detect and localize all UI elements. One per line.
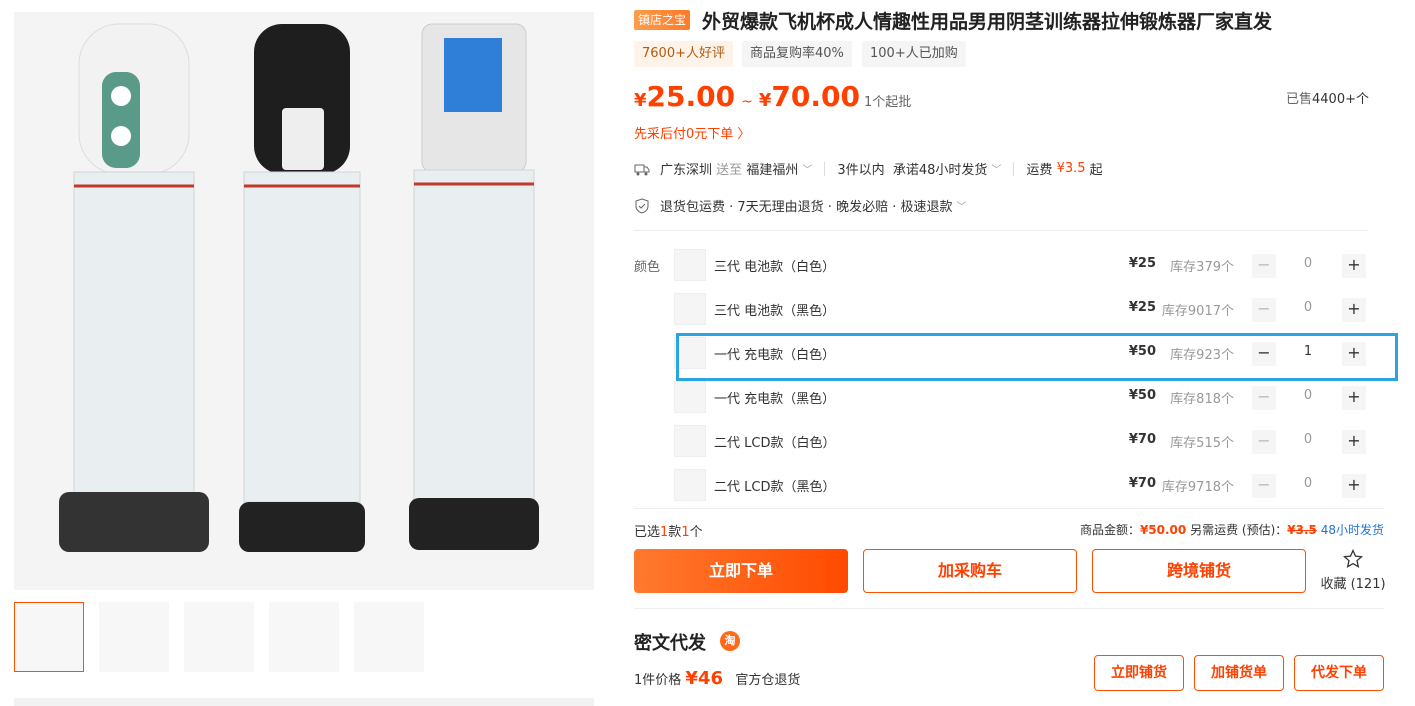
divider — [634, 608, 1384, 609]
cross-border-button[interactable]: 跨境铺货 — [1092, 549, 1306, 593]
sku-name: 一代 充电款（黑色） — [714, 392, 836, 407]
pay-later-link[interactable]: 先采后付0元下单 〉 — [634, 123, 750, 142]
amount-summary: 商品金额：¥50.00 另需运费 (预估)：¥3.5 48小时发货 — [1079, 523, 1384, 537]
quantity-input[interactable]: 0 — [1290, 300, 1326, 315]
sold-count: 已售4400+个 — [1286, 92, 1369, 107]
tag-reviews[interactable]: 7600+人好评 — [634, 41, 733, 67]
selected-sku-highlight — [676, 333, 1398, 381]
sku-price: ¥25 — [1128, 256, 1156, 271]
thumbnail[interactable] — [269, 602, 339, 672]
dropship-title: 密文代发 — [634, 633, 706, 654]
single-price: 1件价格 ¥46 官方仓退货 — [634, 668, 801, 689]
divider — [634, 508, 1384, 509]
sku-name: 三代 电池款（白色） — [714, 260, 836, 275]
sku-thumbnail — [674, 425, 706, 457]
increase-button[interactable]: + — [1342, 254, 1366, 278]
selected-summary: 已选1款1个 — [634, 525, 703, 540]
ship-time: 48小时发货 — [1320, 523, 1384, 537]
sku-thumbnail — [674, 381, 706, 413]
sku-label: 颜色 — [634, 260, 661, 275]
quantity-input[interactable]: 0 — [1290, 388, 1326, 403]
thumbnail[interactable] — [99, 602, 169, 672]
thumbnail[interactable] — [184, 602, 254, 672]
estimated-shipping: ¥3.5 — [1287, 523, 1317, 537]
chevron-down-icon[interactable]: ﹀ — [991, 161, 1001, 176]
increase-button[interactable]: + — [1342, 298, 1366, 322]
tag-added-cart: 100+人已加购 — [862, 41, 966, 67]
price-low: 25.00 — [646, 80, 736, 113]
sku-stock: 库存818个 — [1170, 392, 1234, 407]
sku-thumbnail — [674, 249, 706, 281]
sku-stock: 库存9718个 — [1161, 480, 1234, 495]
quantity-input[interactable]: 0 — [1290, 476, 1326, 491]
sku-stock: 库存379个 — [1170, 260, 1234, 275]
sku-row: 三代 电池款（黑色） ¥25 库存9017个 − 0 + — [674, 290, 1384, 330]
price-high: 70.00 — [771, 80, 860, 113]
gallery-footer — [14, 698, 594, 706]
sku-row: 二代 LCD款（白色） ¥70 库存515个 − 0 + — [674, 422, 1384, 462]
shipping-row: 广东深圳 送至 福建福州 ﹀ 3件以内 承诺48小时发货 ﹀ 运费 ¥3.5 起 — [634, 159, 1103, 178]
chevron-down-icon[interactable]: ﹀ — [802, 161, 812, 176]
decrease-button[interactable]: − — [1252, 386, 1276, 410]
product-title: 外贸爆款飞机杯成人情趣性用品男用阴茎训练器拉伸锻炼器厂家直发 — [702, 11, 1273, 33]
increase-button[interactable]: + — [1342, 430, 1366, 454]
destination-select[interactable]: 福建福州 — [746, 159, 798, 178]
main-product-image[interactable] — [14, 12, 594, 590]
price-range: ¥25.00 ~ ¥70.00 1个起批 — [634, 80, 912, 113]
services-row[interactable]: 退货包运费 · 7天无理由退货 · 晚发必赔 · 极速退款 ﹀ — [634, 196, 966, 215]
product-illustration — [59, 23, 539, 552]
quantity-input[interactable]: 0 — [1290, 432, 1326, 447]
dropship-order-button[interactable]: 代发下单 — [1294, 655, 1384, 691]
sku-price: ¥50 — [1128, 388, 1156, 403]
order-amount: ¥50.00 — [1139, 523, 1187, 537]
decrease-button[interactable]: − — [1252, 430, 1276, 454]
sku-stock: 库存9017个 — [1161, 304, 1234, 319]
increase-button[interactable]: + — [1342, 386, 1366, 410]
distribute-now-button[interactable]: 立即铺货 — [1094, 655, 1184, 691]
star-icon — [1342, 548, 1364, 569]
tag-repurchase: 商品复购率40% — [742, 41, 852, 67]
sku-thumbnail — [674, 293, 706, 325]
shipping-fee: ¥3.5 — [1056, 161, 1086, 176]
title-badge: 镇店之宝 — [634, 10, 691, 30]
sku-price: ¥70 — [1128, 432, 1156, 447]
decrease-button[interactable]: − — [1252, 474, 1276, 498]
sku-name: 二代 LCD款（白色） — [714, 436, 836, 451]
ship-promise[interactable]: 承诺48小时发货 — [893, 159, 988, 178]
add-distribution-button[interactable]: 加铺货单 — [1194, 655, 1284, 691]
sku-price: ¥25 — [1128, 300, 1156, 315]
thumbnail[interactable] — [354, 602, 424, 672]
order-now-button[interactable]: 立即下单 — [634, 549, 848, 593]
sku-thumbnail — [674, 469, 706, 501]
thumbnail[interactable] — [14, 602, 84, 672]
sku-stock: 库存515个 — [1170, 436, 1234, 451]
chevron-down-icon[interactable]: ﹀ — [956, 198, 966, 213]
favorite-count: (121) — [1350, 577, 1386, 592]
shield-icon — [635, 197, 649, 214]
sku-name: 三代 电池款（黑色） — [714, 304, 836, 319]
sku-name: 二代 LCD款（黑色） — [714, 480, 836, 495]
divider — [634, 230, 1368, 231]
sku-price: ¥70 — [1128, 476, 1156, 491]
min-order: 1个起批 — [863, 95, 912, 110]
favorite-button[interactable]: 收藏 (121) — [1318, 548, 1388, 592]
decrease-button[interactable]: − — [1252, 298, 1276, 322]
increase-button[interactable]: + — [1342, 474, 1366, 498]
sku-row: 三代 电池款（白色） ¥25 库存379个 − 0 + — [674, 246, 1384, 286]
taobao-icon: 淘 — [720, 631, 740, 651]
sku-row: 一代 充电款（黑色） ¥50 库存818个 − 0 + — [674, 378, 1384, 418]
decrease-button[interactable]: − — [1252, 254, 1276, 278]
truck-icon — [634, 164, 650, 175]
add-to-cart-button[interactable]: 加采购车 — [863, 549, 1077, 593]
sku-row: 二代 LCD款（黑色） ¥70 库存9718个 − 0 + — [674, 466, 1384, 506]
quantity-input[interactable]: 0 — [1290, 256, 1326, 271]
